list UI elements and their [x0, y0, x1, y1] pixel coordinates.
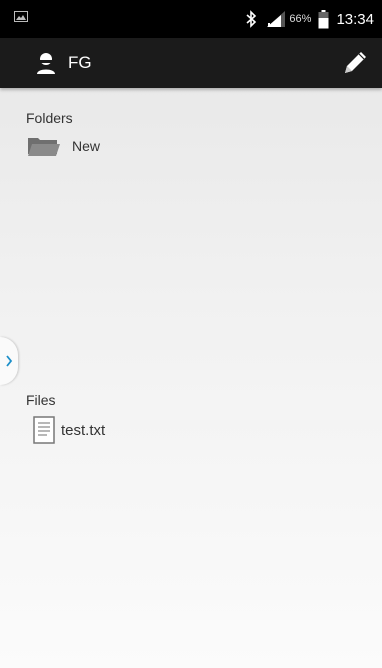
battery-percent: 66%	[289, 13, 312, 25]
action-bar-title: FG	[68, 53, 92, 72]
files-section-label: Files	[26, 392, 56, 408]
image-notification-icon	[14, 11, 28, 22]
folder-name: New	[72, 138, 101, 154]
edit-button[interactable]	[336, 44, 374, 82]
folder-icon	[28, 138, 60, 156]
user-icon	[37, 53, 55, 74]
chevron-right-icon	[6, 355, 13, 367]
status-bar: 66% 13:34	[0, 0, 382, 38]
text-file-icon	[33, 416, 55, 444]
pencil-edit-icon	[345, 52, 366, 73]
action-bar: FG	[0, 38, 382, 88]
folders-section-label: Folders	[26, 110, 73, 126]
bluetooth-icon	[246, 10, 257, 28]
status-indicators: 66% 13:34	[245, 0, 374, 38]
drawer-toggle[interactable]	[0, 337, 18, 385]
signal-icon	[267, 11, 286, 27]
file-name: test.txt	[61, 421, 106, 439]
folder-item-new[interactable]: New	[27, 135, 100, 157]
file-item-test-txt[interactable]: test.txt	[33, 416, 105, 444]
battery-icon	[318, 9, 329, 28]
clock: 13:34	[336, 10, 374, 28]
